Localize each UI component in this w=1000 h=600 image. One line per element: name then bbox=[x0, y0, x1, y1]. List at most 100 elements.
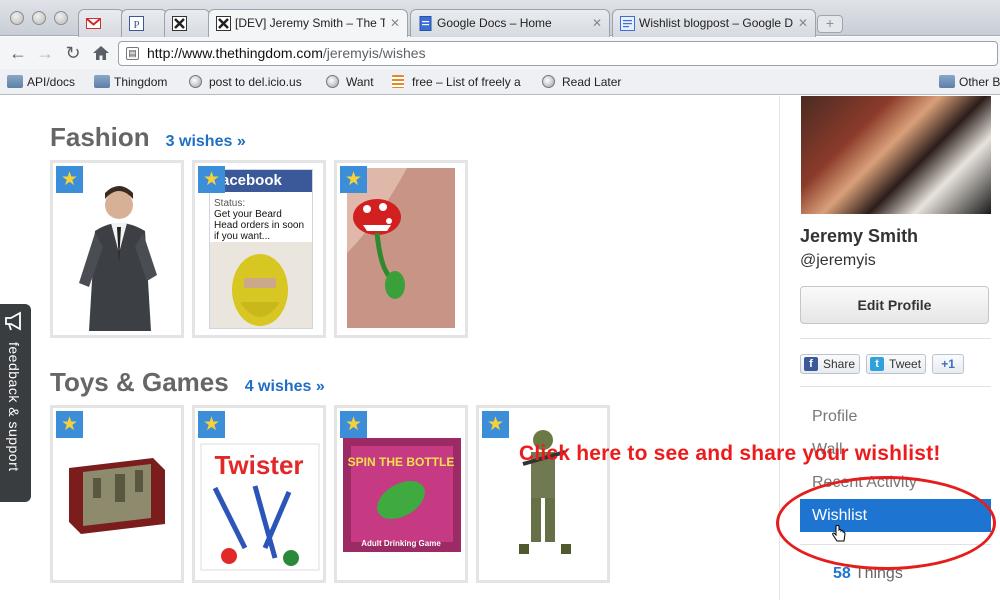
star-icon[interactable]: ★ bbox=[56, 166, 83, 193]
docs-icon bbox=[620, 16, 635, 31]
hand-cursor-icon bbox=[832, 525, 846, 542]
bookmark-other[interactable]: Other B bbox=[939, 74, 1000, 90]
wish-item[interactable]: ★ bbox=[476, 405, 610, 583]
tab-title: Wishlist blogpost – Google D bbox=[639, 16, 793, 30]
bookmarks-bar: API/docs Thingdom post to del.icio.us Wa… bbox=[0, 69, 1000, 95]
tab-strip: P [DEV] Jeremy Smith – The Th ✕ Google D… bbox=[0, 0, 1000, 37]
gmail-icon bbox=[86, 18, 101, 29]
p-icon: P bbox=[129, 16, 144, 31]
star-icon[interactable]: ★ bbox=[340, 166, 367, 193]
wish-item[interactable]: ★ bbox=[334, 160, 468, 338]
docs-icon bbox=[419, 16, 432, 31]
profile-photo[interactable] bbox=[801, 96, 991, 214]
tab-jeremy-smith[interactable]: [DEV] Jeremy Smith – The Th ✕ bbox=[208, 9, 408, 37]
close-tab-icon[interactable]: ✕ bbox=[798, 10, 808, 36]
tab-p[interactable]: P bbox=[121, 9, 167, 37]
url-path: /jeremyis/wishes bbox=[322, 45, 426, 61]
bookmark-label: Want bbox=[346, 75, 374, 89]
bookmark-label: API/docs bbox=[27, 75, 76, 89]
divider bbox=[800, 338, 991, 339]
wish-item[interactable]: ★ bbox=[50, 160, 184, 338]
status-text: Get your Beard Head orders in soon if yo… bbox=[214, 209, 305, 242]
tab-gmail[interactable] bbox=[78, 9, 124, 37]
bookmark-read-later[interactable]: Read Later bbox=[542, 74, 632, 90]
url-host: http://www.thethingdom.com bbox=[147, 45, 323, 61]
wishes-count-link[interactable]: 4 wishes » bbox=[245, 378, 325, 396]
bookmark-api-docs[interactable]: API/docs bbox=[7, 74, 89, 90]
bookmark-delicious[interactable]: post to del.icio.us bbox=[189, 74, 319, 90]
tab-title: Google Docs – Home bbox=[437, 16, 552, 30]
globe-icon bbox=[542, 75, 555, 88]
tweet-label: Tweet bbox=[889, 357, 922, 371]
section-title: Toys & Games bbox=[50, 367, 229, 397]
address-bar[interactable]: ▤ http://www.thethingdom.com/jeremyis/wi… bbox=[118, 41, 998, 66]
tab-wishlist-blogpost[interactable]: Wishlist blogpost – Google D ✕ bbox=[612, 9, 816, 37]
wishlist-main: Fashion 3 wishes » ★ ★ facebook Status: … bbox=[0, 96, 780, 600]
tab-thingdom-pinned[interactable] bbox=[164, 9, 210, 37]
section-header-fashion: Fashion 3 wishes » bbox=[50, 122, 246, 153]
zoom-window-icon[interactable] bbox=[54, 11, 68, 25]
reload-icon[interactable]: ↻ bbox=[63, 42, 83, 64]
folder-icon bbox=[94, 75, 110, 88]
close-tab-icon[interactable]: ✕ bbox=[592, 10, 602, 36]
bookmark-label: free – List of freely a bbox=[412, 75, 521, 89]
new-tab-button[interactable]: + bbox=[817, 15, 843, 33]
thingdom-icon bbox=[172, 16, 187, 31]
home-icon[interactable] bbox=[92, 45, 110, 61]
bookmark-thingdom[interactable]: Thingdom bbox=[94, 74, 184, 90]
facebook-share-button[interactable]: f Share bbox=[800, 354, 861, 374]
folder-icon bbox=[7, 75, 23, 88]
bookmark-label: Read Later bbox=[562, 75, 622, 89]
twitter-bird-icon: t bbox=[870, 357, 885, 371]
wishes-count-link[interactable]: 3 wishes » bbox=[166, 133, 246, 151]
bottle-sublabel: Adult Drinking Game bbox=[361, 539, 441, 548]
star-icon[interactable]: ★ bbox=[198, 166, 225, 193]
facebook-card: facebook Status: Get your Beard Head ord… bbox=[209, 169, 313, 329]
share-label: Share bbox=[823, 357, 856, 371]
bookmark-free-list[interactable]: free – List of freely a bbox=[392, 74, 532, 90]
tab-google-docs[interactable]: Google Docs – Home ✕ bbox=[410, 9, 610, 37]
close-window-icon[interactable] bbox=[10, 11, 24, 25]
feedback-support-tab[interactable]: feedback & support bbox=[0, 304, 31, 502]
nav-profile[interactable]: Profile bbox=[800, 400, 991, 433]
bookmark-want[interactable]: Want bbox=[326, 74, 386, 90]
folder-icon bbox=[939, 75, 955, 88]
twister-label: Twister bbox=[214, 450, 303, 480]
close-tab-icon[interactable]: ✕ bbox=[390, 10, 400, 36]
star-icon[interactable]: ★ bbox=[482, 411, 509, 438]
share-buttons: f Share t Tweet +1 bbox=[800, 354, 965, 374]
star-icon[interactable]: ★ bbox=[340, 411, 367, 438]
page-content: Fashion 3 wishes » ★ ★ facebook Status: … bbox=[0, 96, 1000, 600]
divider bbox=[800, 386, 991, 387]
section-title: Fashion bbox=[50, 122, 150, 152]
back-arrow-icon[interactable]: ← bbox=[8, 42, 28, 64]
globe-icon bbox=[189, 75, 202, 88]
forward-arrow-icon[interactable]: → bbox=[35, 42, 55, 64]
wish-item[interactable]: ★ facebook Status: Get your Beard Head o… bbox=[192, 160, 326, 338]
browser-toolbar: ← → ↻ ▤ http://www.thethingdom.com/jerem… bbox=[0, 37, 1000, 69]
thingdom-icon bbox=[216, 16, 231, 31]
wish-item[interactable]: ★ bbox=[50, 405, 184, 583]
megaphone-icon bbox=[5, 311, 21, 331]
profile-name: Jeremy Smith bbox=[800, 226, 919, 246]
feedback-label: feedback & support bbox=[6, 342, 22, 472]
annotation-ellipse bbox=[776, 476, 996, 570]
edit-profile-button[interactable]: Edit Profile bbox=[800, 286, 989, 324]
stackoverflow-icon bbox=[392, 75, 404, 88]
wish-item[interactable]: ★ Twister bbox=[192, 405, 326, 583]
profile-handle: @jeremyis bbox=[800, 252, 876, 269]
facebook-brand: facebook bbox=[210, 170, 312, 192]
minimize-window-icon[interactable] bbox=[32, 11, 46, 25]
google-plus-one-button[interactable]: +1 bbox=[932, 354, 965, 374]
globe-icon bbox=[326, 75, 339, 88]
star-icon[interactable]: ★ bbox=[198, 411, 225, 438]
page-icon: ▤ bbox=[126, 47, 139, 60]
wish-item[interactable]: ★ SPIN THE BOTTLE Adult Drinking Game bbox=[334, 405, 468, 583]
svg-text:P: P bbox=[133, 19, 139, 31]
star-icon[interactable]: ★ bbox=[56, 411, 83, 438]
tweet-button[interactable]: t Tweet bbox=[866, 354, 927, 374]
bookmark-label: Thingdom bbox=[114, 75, 168, 89]
facebook-icon: f bbox=[804, 357, 818, 371]
status-label: Status: bbox=[214, 198, 246, 209]
annotation-callout: Click here to see and share your wishlis… bbox=[519, 442, 941, 465]
